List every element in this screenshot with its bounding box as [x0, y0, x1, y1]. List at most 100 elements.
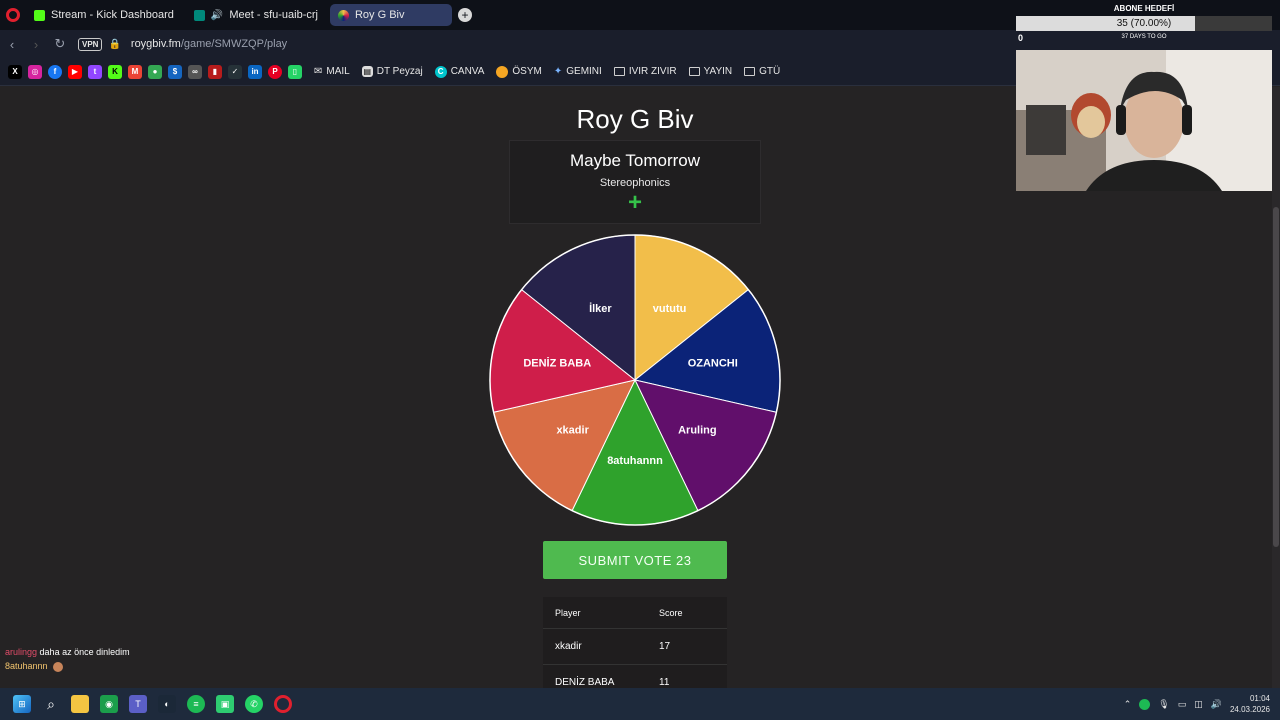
bookmark-label: GTÜ [759, 66, 781, 77]
whatsapp-icon[interactable]: ✆ [245, 695, 263, 713]
column-header-score: Score [659, 607, 683, 618]
folder-icon [744, 67, 756, 76]
steam-icon[interactable]: ◐ [158, 695, 176, 713]
link-icon[interactable]: ∞ [188, 64, 202, 79]
url-path: /game/SMWZQP/play [180, 38, 288, 50]
chat-username: arulingg [5, 647, 38, 657]
player-wheel[interactable]: vututu OZANCHI Aruling 8atuhannn xkadir DENİZ… [488, 233, 782, 527]
tab-kick-dashboard[interactable]: Stream - Kick Dashboard [26, 4, 182, 26]
goal-days-left: 37 DAYS TO GO [1121, 34, 1167, 40]
vpn-badge[interactable]: VPN [78, 37, 103, 51]
bookmark-label: GEMINI [566, 66, 602, 77]
url-field[interactable]: roygbiv.fm/game/SMWZQP/play [131, 38, 287, 50]
facebook-icon[interactable]: f [48, 64, 62, 79]
forward-icon[interactable]: › [24, 37, 48, 52]
opera-logo-icon[interactable] [6, 8, 20, 22]
speaker-icon: 🔊 [210, 9, 224, 21]
webcam-feed [1016, 50, 1272, 191]
battery-icon[interactable]: ▭ [1178, 699, 1187, 710]
webcam-overlay [1016, 50, 1272, 191]
wheel-slice-label: 8atuhannn [607, 455, 663, 467]
tab-label: Meet - sfu-uaib-crj [229, 9, 318, 21]
x-icon[interactable]: X [8, 64, 22, 79]
chat-message: 8atuhannn [5, 659, 130, 673]
bookmark-label: MAIL [326, 66, 350, 77]
song-card: Maybe Tomorrow Stereophonics + [509, 140, 761, 224]
bookmark-osym[interactable]: ÖSYM [496, 65, 542, 78]
mail-icon: ✉ [314, 66, 323, 77]
folder-icon [613, 67, 625, 76]
pinterest-icon[interactable]: P [268, 64, 282, 79]
bookmark-gtu[interactable]: GTÜ [744, 66, 780, 77]
microphone-icon[interactable]: 🎙 [1158, 699, 1169, 710]
spotify-tray-icon[interactable] [1139, 698, 1151, 710]
whatsapp-icon[interactable]: ▯ [288, 64, 302, 79]
bookmark-label: CANVA [450, 66, 485, 77]
youtube-icon[interactable]: ▶ [68, 64, 82, 79]
submit-vote-button[interactable]: SUBMIT VOTE 23 [543, 541, 727, 579]
bookmark-gemini[interactable]: ✦ GEMINI [554, 66, 602, 77]
clock[interactable]: 01:04 24.03.2026 [1230, 693, 1270, 715]
goal-progress-text: 35 (70.00%) [1116, 18, 1172, 29]
bookmark-yayin[interactable]: YAYIN [688, 66, 732, 77]
file-explorer-icon[interactable] [71, 695, 89, 713]
gmail-icon[interactable]: M [128, 64, 142, 79]
spotify-icon[interactable]: ≡ [187, 695, 205, 713]
folder-icon [688, 67, 700, 76]
bookmark-dt-peyzaj[interactable]: ▤ DT Peyzaj [361, 66, 423, 77]
twitch-icon[interactable]: t [88, 64, 102, 79]
opera-icon[interactable] [274, 695, 292, 713]
column-header-player: Player [555, 607, 581, 618]
xbox-icon[interactable]: ◉ [100, 695, 118, 713]
linkedin-icon[interactable]: in [248, 64, 262, 79]
instagram-icon[interactable]: ◎ [28, 64, 42, 79]
scoreboard-header: Player Score [543, 597, 727, 629]
windows-start-icon[interactable]: ⊞ [13, 695, 31, 713]
reload-icon[interactable]: ↻ [48, 36, 72, 52]
bookmark-mail[interactable]: ✉ MAIL [314, 66, 350, 77]
bookmark-dark-icon[interactable]: ✓ [228, 64, 242, 79]
gemini-icon: ✦ [553, 66, 563, 77]
maps-icon[interactable]: ● [148, 64, 162, 79]
page-scrollbar[interactable] [1272, 87, 1280, 688]
add-icon[interactable]: + [510, 191, 760, 215]
bookmark-label: IVIR ZIVIR [628, 66, 677, 77]
bookmark-red-icon[interactable]: ▮ [208, 64, 222, 79]
app-icon[interactable]: ▣ [216, 695, 234, 713]
canva-icon: C [434, 65, 447, 78]
bookmark-label: DT Peyzaj [376, 66, 423, 77]
subscriber-goal-overlay: ABONE HEDEFİ 35 (70.00%) 0 37 DAYS TO GO [1016, 0, 1272, 50]
chat-overlay: arulingg daha az önce dinledim 8atuhannn [5, 645, 130, 673]
scrollbar-thumb[interactable] [1273, 207, 1279, 547]
goal-title: ABONE HEDEFİ [1113, 4, 1175, 13]
bookmark-canva[interactable]: C CANVA [434, 65, 485, 78]
wheel-slice-label: OZANCHI [688, 357, 738, 369]
player-name: DENİZ BABA [555, 677, 615, 688]
back-icon[interactable]: ‹ [0, 37, 24, 52]
osym-icon [496, 65, 509, 78]
song-artist: Stereophonics [599, 177, 671, 189]
lock-icon[interactable]: 🔒 [108, 39, 120, 50]
search-icon[interactable]: ⌕ [42, 695, 60, 713]
teams-icon[interactable]: T [129, 695, 147, 713]
system-tray: ⌃ 🎙 ▭ ◫ 🔊 01:04 24.03.2026 [1124, 688, 1270, 720]
network-icon[interactable]: ◫ [1194, 699, 1203, 710]
new-tab-button[interactable]: + [457, 8, 472, 22]
wheel-slice-label: Aruling [678, 425, 717, 437]
player-score: 11 [659, 677, 670, 688]
kick-icon[interactable]: K [108, 64, 122, 79]
chat-username: 8atuhannn [5, 661, 48, 671]
chat-text: daha az önce dinledim [39, 647, 130, 657]
bookmark-ivir-zivir[interactable]: IVIR ZIVIR [613, 66, 677, 77]
tab-roy-g-biv[interactable]: Roy G Biv [329, 4, 452, 26]
volume-icon[interactable]: 🔊 [1211, 699, 1222, 710]
table-row: xkadir 17 [543, 629, 727, 665]
dollar-icon[interactable]: $ [168, 64, 182, 79]
wheel-slice-label: İlker [589, 302, 612, 315]
emote-icon [53, 661, 64, 672]
roygbiv-icon [337, 9, 349, 21]
chevron-up-icon[interactable]: ⌃ [1124, 699, 1132, 710]
tab-meet[interactable]: 🔊 Meet - sfu-uaib-crj [186, 4, 326, 26]
tab-label: Stream - Kick Dashboard [51, 9, 174, 21]
windows-taskbar: ⊞ ⌕ ◉ T ◐ ≡ ▣ ✆ ⌃ 🎙 ▭ ◫ 🔊 01:04 24.03.20… [0, 688, 1280, 720]
